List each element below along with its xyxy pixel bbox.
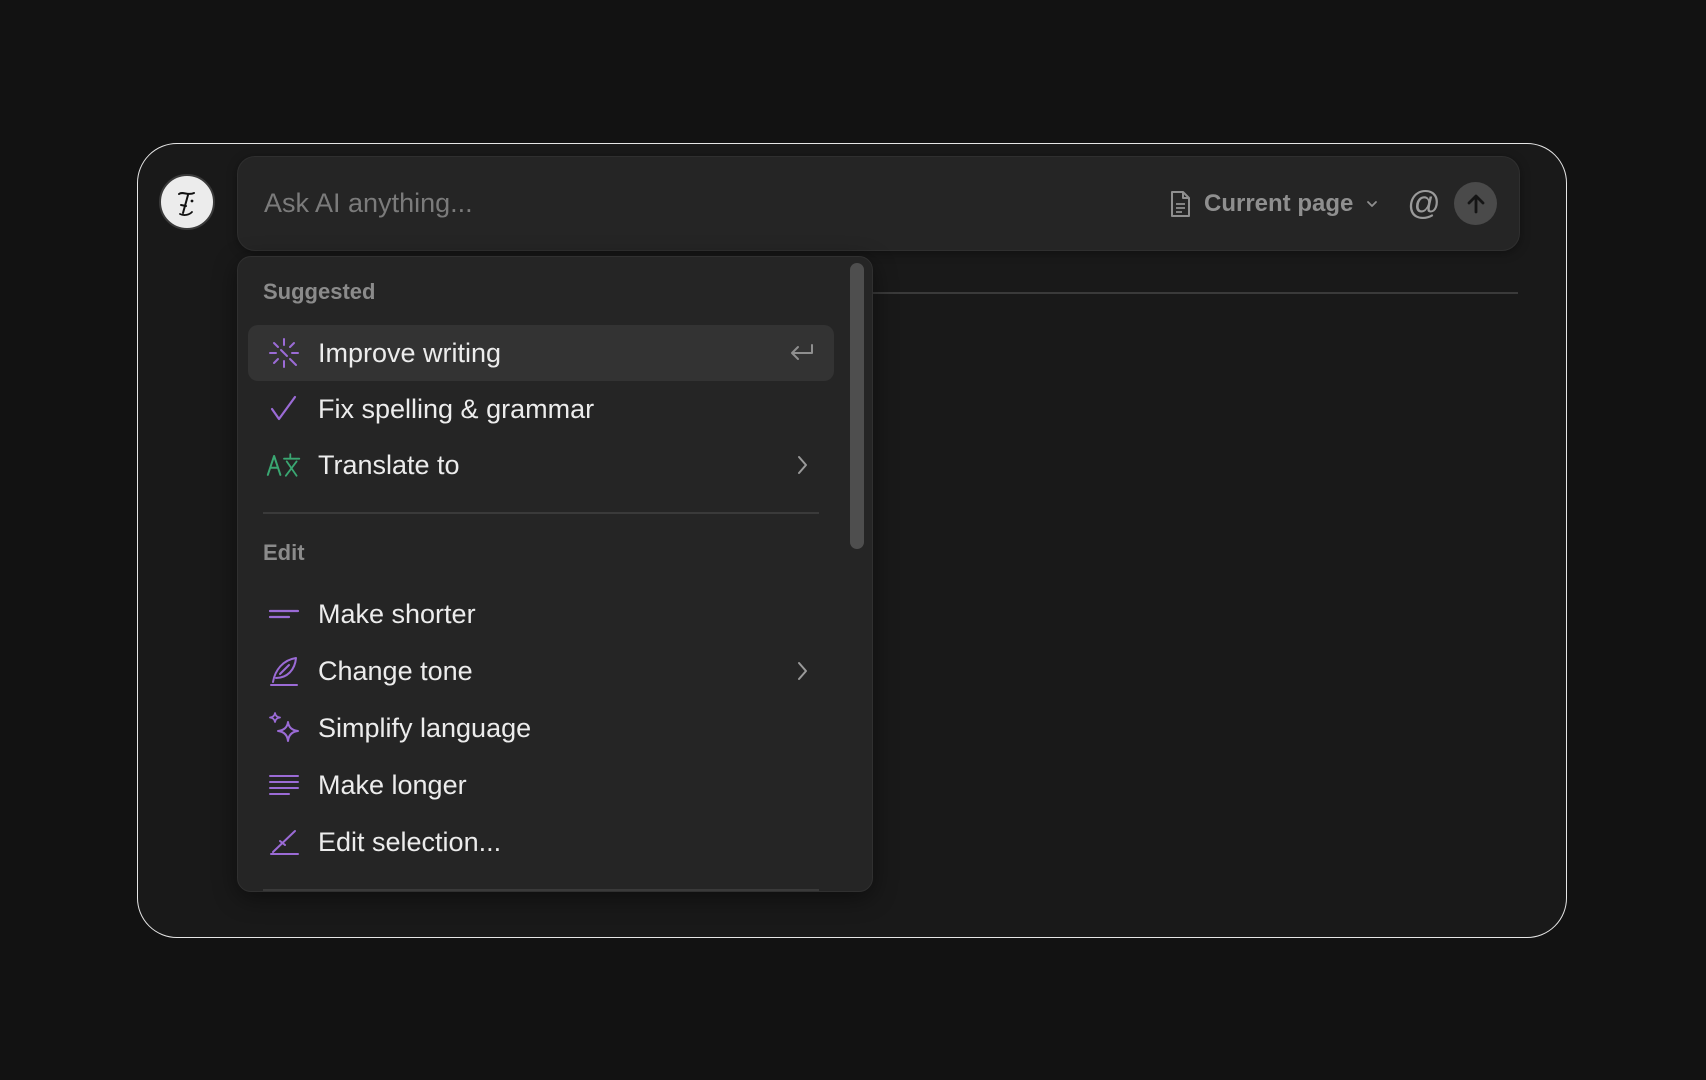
menu-item-label: Translate to bbox=[318, 449, 460, 480]
feather-pen-icon bbox=[266, 653, 302, 689]
sparkles-icon bbox=[266, 710, 302, 746]
chevron-right-icon bbox=[788, 451, 816, 479]
content-divider bbox=[873, 292, 1518, 294]
menu-item-label: Improve writing bbox=[318, 337, 502, 368]
menu-item-label: Fix spelling & grammar bbox=[318, 393, 595, 424]
ai-prompt-bar: Current page @ bbox=[237, 156, 1520, 251]
chevron-right-icon bbox=[788, 657, 816, 685]
notion-ai-face-icon bbox=[178, 192, 195, 216]
chevron-down-icon bbox=[1365, 197, 1379, 211]
sparkle-burst-icon bbox=[266, 335, 302, 371]
menu-item-change-tone[interactable]: Change tone bbox=[248, 643, 834, 699]
translate-icon bbox=[266, 447, 302, 483]
ai-command-menu: Suggested Improve writing Fix spelling & bbox=[237, 256, 873, 892]
long-lines-icon bbox=[266, 767, 302, 803]
menu-item-label: Simplify language bbox=[318, 712, 532, 743]
send-button[interactable] bbox=[1454, 182, 1497, 225]
menu-scrollbar[interactable] bbox=[850, 263, 864, 549]
context-scope-label: Current page bbox=[1204, 190, 1354, 217]
arrow-up-icon bbox=[1467, 194, 1484, 213]
ai-avatar bbox=[159, 174, 215, 230]
menu-item-edit-selection[interactable]: Edit selection... bbox=[248, 814, 834, 870]
document-icon bbox=[1166, 189, 1194, 219]
short-lines-icon bbox=[266, 596, 302, 632]
section-label-suggested: Suggested bbox=[263, 279, 376, 304]
enter-key-icon bbox=[788, 339, 816, 367]
menu-item-translate[interactable]: Translate to bbox=[248, 437, 834, 493]
menu-separator bbox=[263, 512, 819, 514]
menu-item-label: Edit selection... bbox=[318, 826, 502, 857]
ai-prompt-input[interactable] bbox=[262, 157, 1042, 250]
menu-item-make-shorter[interactable]: Make shorter bbox=[248, 586, 834, 642]
mention-button[interactable]: @ bbox=[1404, 181, 1444, 225]
menu-item-improve-writing[interactable]: Improve writing bbox=[248, 325, 834, 381]
pencil-angle-icon bbox=[266, 824, 302, 860]
at-sign-icon: @ bbox=[1407, 184, 1441, 221]
menu-item-label: Make longer bbox=[318, 769, 467, 800]
context-scope-button[interactable]: Current page bbox=[1166, 183, 1379, 225]
menu-item-fix-spelling[interactable]: Fix spelling & grammar bbox=[248, 381, 834, 437]
menu-item-simplify-language[interactable]: Simplify language bbox=[248, 700, 834, 756]
section-label-edit: Edit bbox=[263, 540, 305, 565]
menu-item-label: Make shorter bbox=[318, 598, 476, 629]
menu-item-label: Change tone bbox=[318, 655, 473, 686]
check-icon bbox=[266, 391, 302, 427]
menu-item-make-longer[interactable]: Make longer bbox=[248, 757, 834, 813]
menu-separator bbox=[263, 889, 819, 891]
